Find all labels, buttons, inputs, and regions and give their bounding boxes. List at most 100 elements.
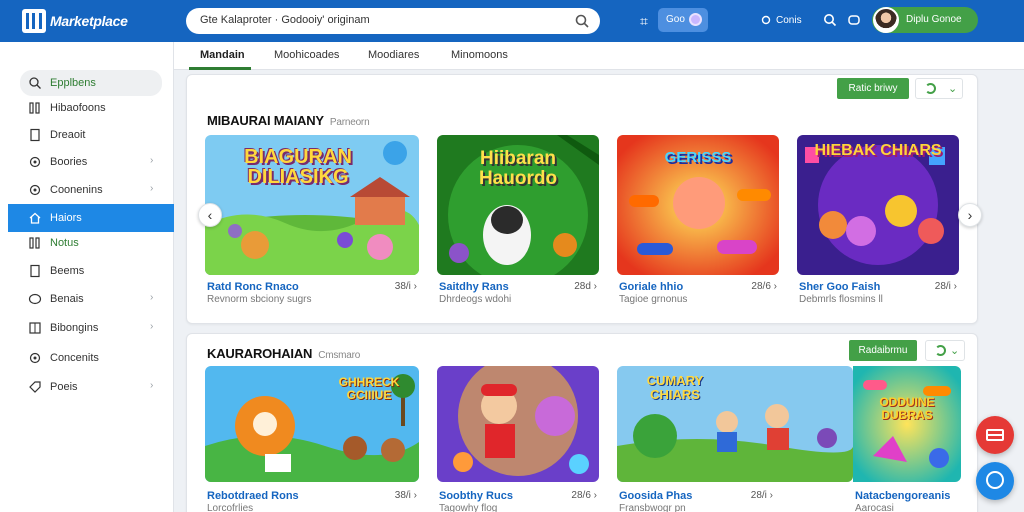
sidebar-item-haiors[interactable]: Haiors (8, 204, 174, 232)
game-title[interactable]: Ratd Ronc Rnaco (207, 281, 299, 293)
sidebar-item-label: Concenits (50, 352, 99, 364)
sidebar-item-concenits[interactable]: Concenits (20, 345, 162, 371)
refresh-icon (935, 345, 946, 356)
mode-label: Goo (666, 14, 685, 25)
thumbnail-title: CUMARY CHIARS (646, 373, 704, 402)
mode-toggle[interactable]: Goo (658, 8, 708, 32)
game-thumbnail[interactable]: CUMARY CHIARS (617, 366, 853, 482)
user-name: Diplu Gonoe (906, 14, 962, 25)
thumbnail-title: ODDUINE DUBRAS (879, 395, 935, 422)
toggle-knob (689, 13, 702, 26)
carousel-prev-button[interactable]: ‹ (198, 203, 222, 227)
sidebar-item-label: Hibaofoons (50, 102, 106, 114)
logo-text: Marketplace (50, 13, 128, 29)
sidebar-item-bibongins[interactable]: Bibongins › (20, 315, 162, 341)
section-title-text: KAURAROHAIAN (207, 346, 313, 361)
tag-icon (29, 381, 41, 393)
game-meta: 28/6 › (571, 490, 597, 501)
grid-icon (29, 322, 41, 334)
sidebar-item-hibaofoons[interactable]: Hibaofoons (20, 95, 162, 121)
tab-mandain[interactable]: Mandain (200, 49, 245, 61)
sort-dropdown[interactable]: ⌄ (925, 340, 965, 361)
sidebar-item-label: Coonenins (50, 184, 103, 196)
sidebar: Epplbens Hibaofoons Dreaoit Boories › Co… (0, 42, 174, 512)
sidebar-item-beems[interactable]: Beems (20, 258, 162, 284)
search-icon[interactable] (822, 12, 838, 28)
game-subtitle: Aarocasi (855, 503, 894, 512)
game-thumbnail[interactable]: ODDUINE DUBRAS (853, 366, 961, 482)
sidebar-item-boories[interactable]: Boories › (20, 149, 162, 175)
chat-fab-button[interactable] (976, 462, 1014, 500)
game-subtitle: Tagioe grnonus (619, 294, 688, 305)
game-meta: 38/i › (394, 490, 417, 501)
game-thumbnail[interactable]: BIAGURAN DILIASIKG (205, 135, 419, 275)
game-meta: 28/i › (934, 281, 957, 292)
logo[interactable]: Marketplace (22, 9, 128, 33)
thumbnail-title: GHHRECK GCIIIUE (338, 375, 400, 402)
game-title[interactable]: Soobthy Rucs (439, 490, 513, 502)
search-icon[interactable] (574, 13, 590, 29)
section-title: MIBAURAI MAIANY Parneorn (207, 113, 370, 128)
game-thumbnail[interactable] (437, 366, 599, 482)
filter-icon[interactable]: ⌗ (636, 13, 652, 29)
sidebar-item-label: Beems (50, 265, 85, 277)
tab-moodiares[interactable]: Moodiares (368, 49, 419, 61)
tab-minomoons[interactable]: Minomoons (451, 49, 508, 61)
sidebar-item-coonenins[interactable]: Coonenins › (20, 177, 162, 203)
sidebar-item-notus[interactable]: Notus (20, 230, 162, 256)
game-title[interactable]: Natacbengoreanis (855, 490, 950, 502)
carousel-next-button[interactable]: › (958, 203, 982, 227)
game-thumbnail[interactable]: Hiibaran Hauordo (437, 135, 599, 275)
sidebar-item-label: Benais (50, 293, 84, 305)
game-subtitle: Dhrdeogs wdohi (439, 294, 512, 305)
chat-icon (28, 293, 42, 305)
game-subtitle: Debmrls flosmins ll (799, 294, 883, 305)
home-icon (29, 212, 41, 224)
sidebar-item-benais[interactable]: Benais › (20, 286, 162, 312)
chevron-right-icon: › (150, 380, 154, 391)
game-title[interactable]: Sher Goo Faish (799, 281, 880, 293)
game-meta: 28d › (574, 281, 597, 292)
section-title: KAURAROHAIAN Cmsmaro (207, 346, 360, 361)
game-thumbnail[interactable]: GERISSS (617, 135, 779, 275)
sidebar-item-label: Bibongins (50, 322, 99, 334)
game-title[interactable]: Saitdhy Rans (439, 281, 509, 293)
cart-icon (986, 429, 1004, 441)
view-all-button[interactable]: Ratic briwy (837, 78, 909, 99)
game-thumbnail[interactable]: GHHRECK GCIIIUE (205, 366, 419, 482)
search-input[interactable]: Gte Kalaproter · Godooiy' originam (200, 14, 370, 26)
header-link-label: Conis (776, 14, 802, 26)
gear-icon (29, 184, 41, 196)
game-meta: 28/i › (750, 490, 773, 501)
game-thumbnail[interactable]: HIEBAK CHIARS (797, 135, 959, 275)
sidebar-item-dreaoit[interactable]: Dreaoit (20, 122, 162, 148)
section-subtitle: Parneorn (329, 117, 370, 128)
game-subtitle: Lorcofrlies (207, 503, 254, 512)
logo-mark-icon (22, 9, 46, 33)
sort-dropdown[interactable]: ⌄ (915, 78, 963, 99)
search-icon (29, 77, 41, 89)
cart-fab-button[interactable] (976, 416, 1014, 454)
chat-icon[interactable] (846, 12, 862, 28)
header-link[interactable]: Conis (760, 14, 802, 26)
user-menu[interactable]: Diplu Gonoe (872, 7, 978, 33)
game-title[interactable]: Rebotdraed Rons (207, 490, 299, 502)
search-bar[interactable]: Gte Kalaproter · Godooiy' originam (186, 8, 600, 34)
tab-moohicoades[interactable]: Moohicoades (274, 49, 339, 61)
sidebar-item-epplbens[interactable]: Epplbens (20, 70, 162, 96)
section-subtitle: Cmsmaro (318, 350, 361, 361)
settings-icon (761, 15, 771, 25)
thumbnail-title: BIAGURAN DILIASIKG (244, 146, 352, 188)
sidebar-item-label: Notus (50, 237, 79, 249)
thumbnail-title: GERISSS (664, 149, 732, 166)
chevron-right-icon: › (150, 155, 154, 166)
section-title-text: MIBAURAI MAIANY (207, 113, 324, 128)
game-title[interactable]: Goriale hhio (619, 281, 683, 293)
game-meta: 38/i › (394, 281, 417, 292)
game-title[interactable]: Goosida Phas (619, 490, 692, 502)
sidebar-item-poeis[interactable]: Poeis › (20, 374, 162, 400)
refresh-icon (925, 83, 936, 94)
document-icon (30, 264, 40, 278)
view-all-button[interactable]: Radaibrmu (849, 340, 917, 361)
gear-icon (29, 156, 41, 168)
